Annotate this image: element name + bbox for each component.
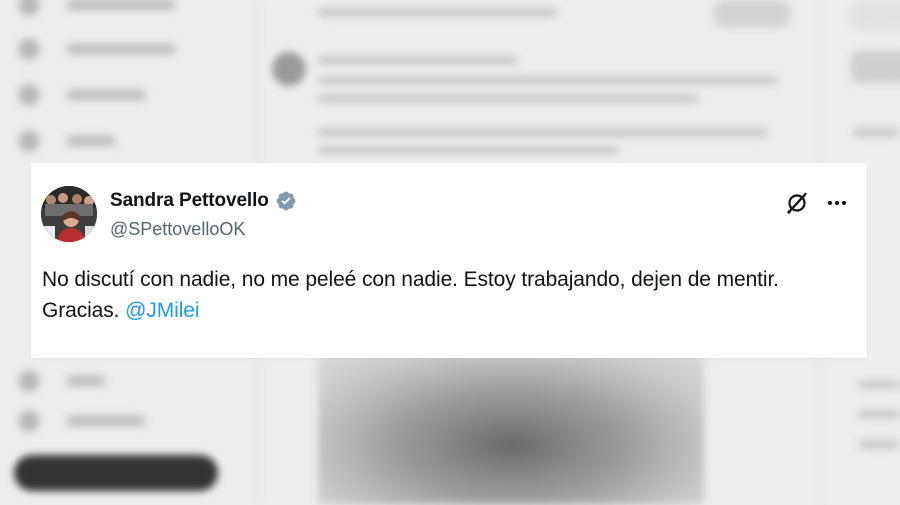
bg-line bbox=[858, 380, 900, 389]
bg-line bbox=[852, 128, 900, 137]
verified-badge-icon bbox=[275, 190, 297, 212]
bg-photo bbox=[318, 355, 704, 505]
more-options-icon[interactable] bbox=[823, 189, 851, 217]
bg-post-button bbox=[14, 455, 218, 491]
bg-nav-item bbox=[18, 84, 146, 106]
bg-reply-button bbox=[712, 0, 792, 28]
bg-line bbox=[858, 410, 900, 419]
grok-icon[interactable] bbox=[783, 189, 811, 217]
tweet-card: Sandra Pettovello @SPettovelloOK No disc… bbox=[31, 163, 867, 358]
bg-line bbox=[318, 146, 618, 155]
bg-line bbox=[318, 56, 518, 65]
bg-toolbar bbox=[318, 8, 558, 17]
author-name-row: Sandra Pettovello bbox=[110, 190, 297, 212]
mention-link[interactable]: @JMilei bbox=[125, 299, 199, 322]
bg-nav-item bbox=[18, 38, 176, 60]
author-handle[interactable]: @SPettovelloOK bbox=[110, 219, 245, 240]
bg-avatar bbox=[272, 52, 306, 86]
profile-avatar[interactable] bbox=[41, 186, 97, 242]
author-display-name[interactable]: Sandra Pettovello bbox=[110, 190, 269, 212]
bg-right-panel bbox=[850, 50, 900, 84]
bg-nav-item bbox=[18, 130, 116, 152]
bg-line bbox=[318, 128, 768, 137]
bg-nav-item bbox=[18, 0, 176, 16]
bg-line bbox=[318, 76, 778, 85]
screenshot-stage: Sandra Pettovello @SPettovelloOK No disc… bbox=[0, 0, 900, 505]
bg-right-panel bbox=[850, 0, 900, 30]
bg-line bbox=[318, 94, 698, 103]
bg-nav-item bbox=[18, 370, 106, 392]
bg-nav-item bbox=[18, 410, 146, 432]
bg-line bbox=[858, 440, 900, 449]
tweet-body: No discutí con nadie, no me peleé con na… bbox=[42, 264, 852, 326]
profile-photo-icon bbox=[41, 186, 97, 242]
